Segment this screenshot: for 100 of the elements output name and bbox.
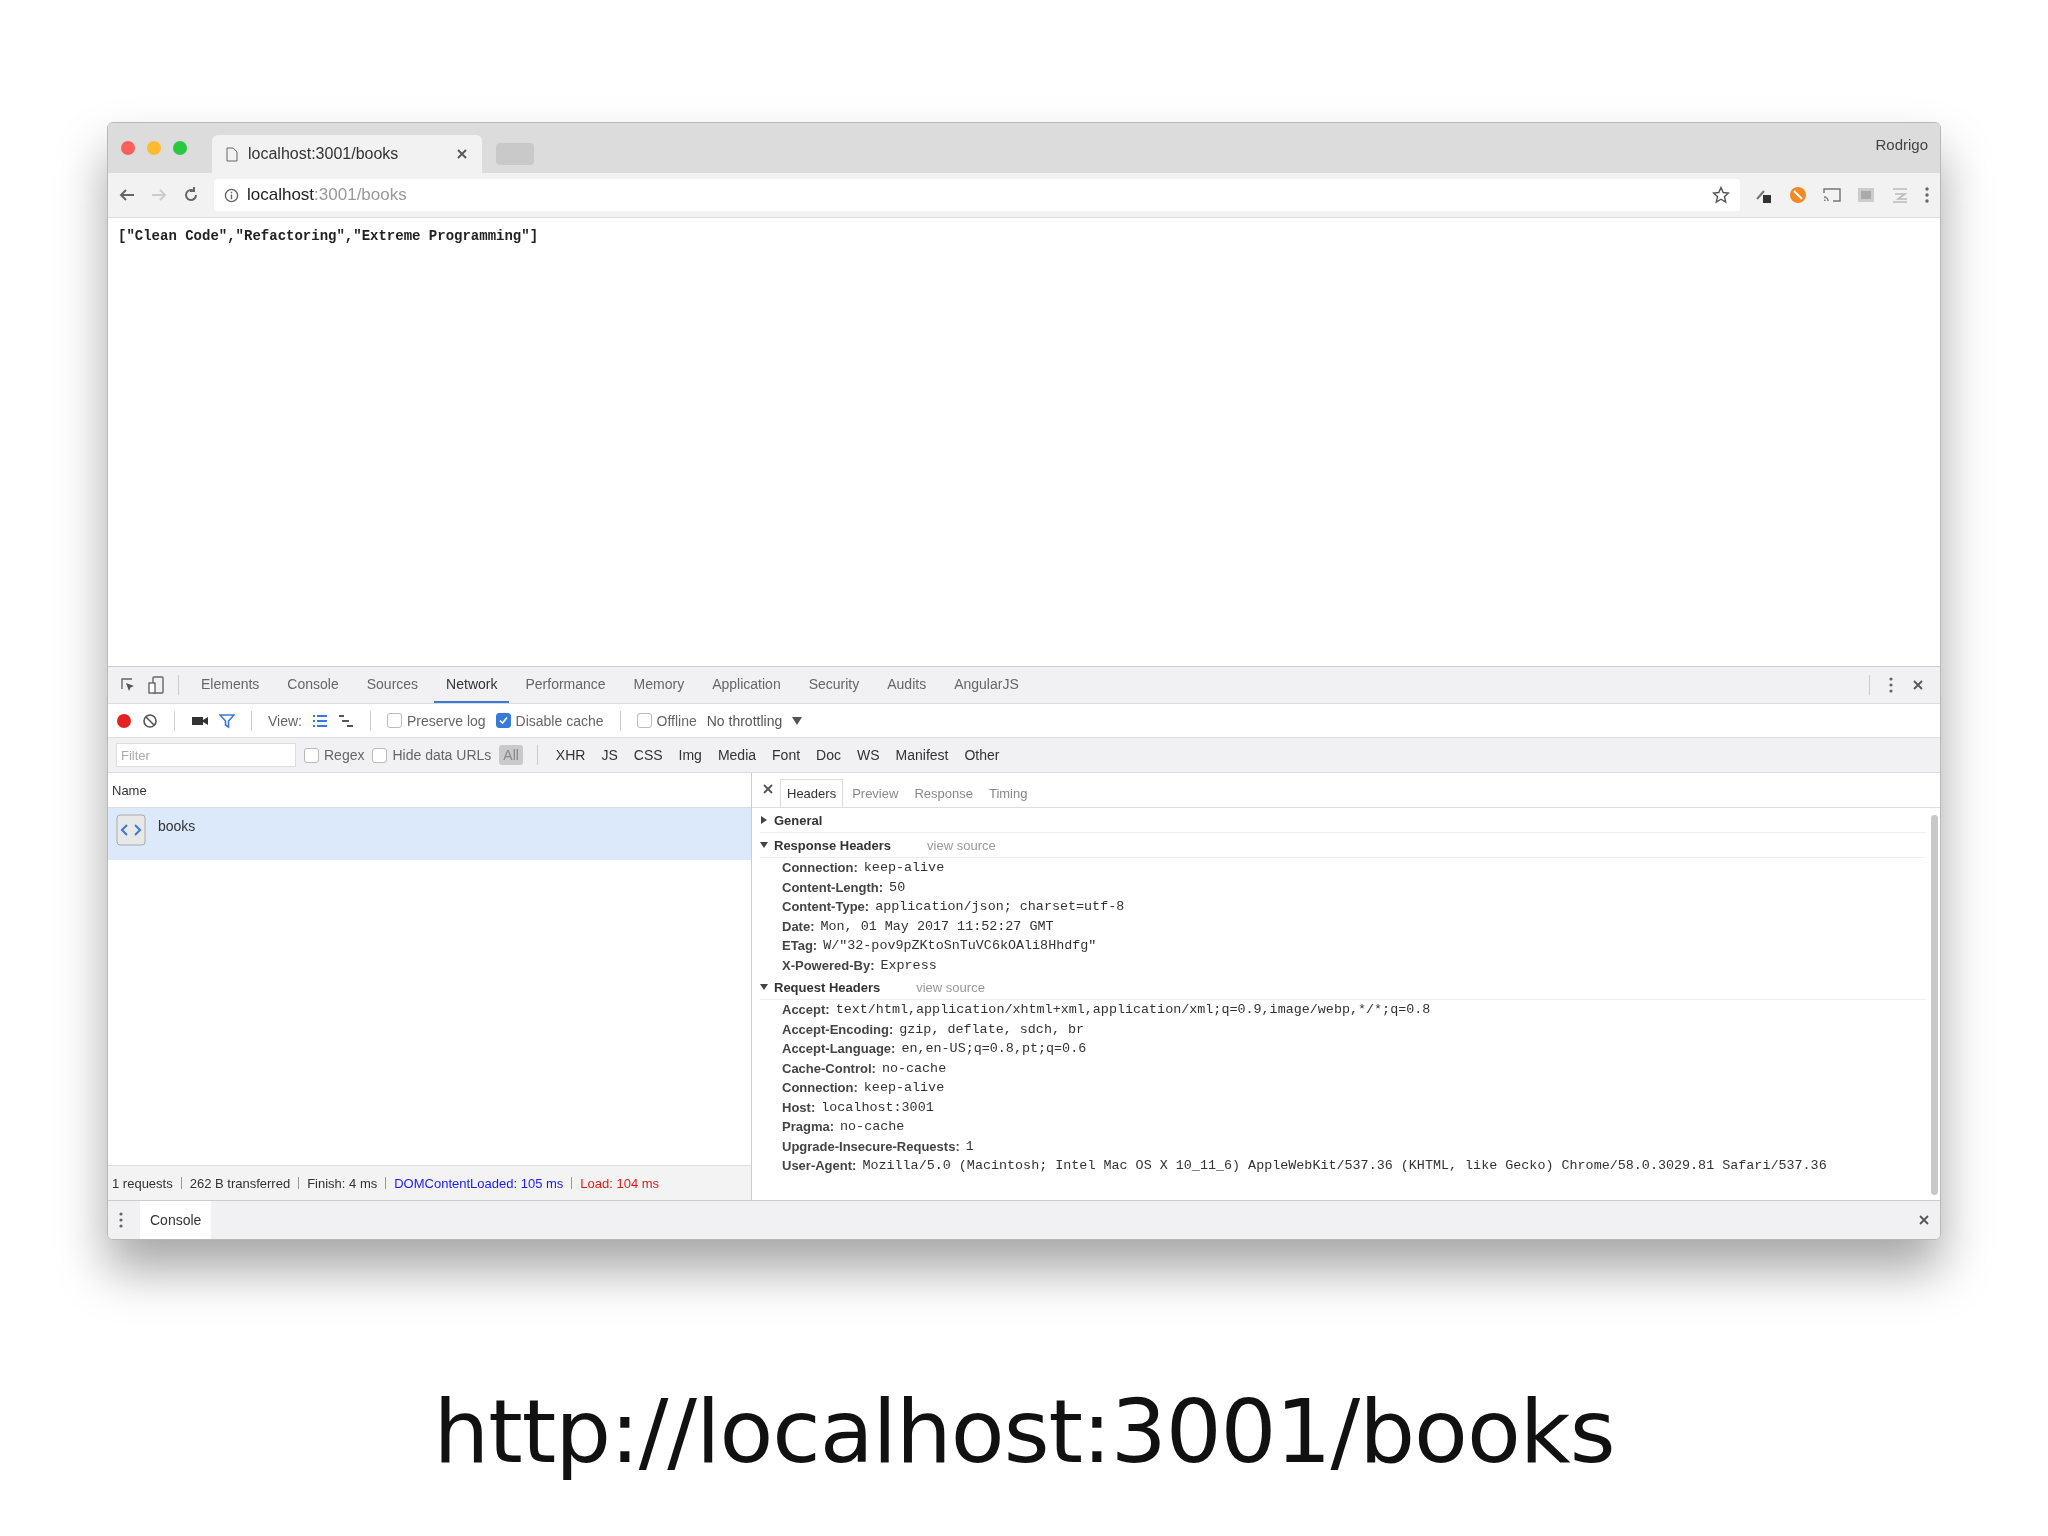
- type-filter-button[interactable]: XHR: [551, 745, 590, 765]
- summary-text: 1 requests: [112, 1175, 173, 1191]
- header-value: W/"32-pov9pZKtoSnTuVC6kOAli8Hhdfg": [823, 938, 1097, 954]
- address-field[interactable]: localhost:3001/books: [214, 179, 1740, 211]
- expanded-arrow-icon[interactable]: [760, 841, 768, 849]
- header-name: Host:: [782, 1099, 816, 1115]
- list-view-icon[interactable]: [312, 713, 328, 728]
- header-value: 50: [889, 879, 906, 895]
- checkbox-box[interactable]: [372, 747, 388, 763]
- collapsed-arrow-icon[interactable]: [760, 816, 768, 824]
- header-value: en,en-US;q=0.8,pt;q=0.6: [901, 1041, 1087, 1057]
- close-icon[interactable]: [456, 148, 468, 160]
- dropdown-arrow-icon[interactable]: [792, 716, 803, 725]
- header-value: keep-alive: [863, 860, 945, 876]
- type-filter-button[interactable]: Media: [713, 745, 761, 765]
- request-row[interactable]: books: [108, 808, 751, 860]
- view-label: View:: [268, 712, 302, 729]
- devtools-tab[interactable]: Application: [700, 667, 793, 703]
- devtools-tab[interactable]: Performance: [513, 667, 618, 703]
- type-filter-button[interactable]: Img: [674, 745, 706, 765]
- devtools-tab[interactable]: Memory: [621, 667, 697, 703]
- summary-text: DOMContentLoaded: 105 ms: [394, 1175, 564, 1191]
- checkbox[interactable]: Regex: [304, 747, 365, 763]
- star-icon[interactable]: [1712, 186, 1730, 204]
- header-value: 1: [965, 1138, 974, 1154]
- header-value: keep-alive: [863, 1080, 945, 1096]
- drawer-tab[interactable]: Console: [140, 1201, 212, 1239]
- browser-tab[interactable]: localhost:3001/books: [212, 135, 482, 173]
- close-icon[interactable]: [1912, 679, 1924, 691]
- inspect-icon[interactable]: [120, 677, 136, 693]
- close-icon[interactable]: [1918, 1214, 1930, 1226]
- json-response-text: ["Clean Code","Refactoring","Extreme Programming"]: [118, 228, 539, 244]
- header-name: ETag:: [782, 938, 818, 954]
- devtools-tab[interactable]: Network: [434, 667, 510, 703]
- checkbox[interactable]: Offline: [636, 712, 697, 729]
- header-value: Mozilla/5.0 (Macintosh; Intel Mac OS X 10_11_6) AppleWebKit/537.36 (KHTML, like Gecko) Chrome/58.0.3029.81 Safari/537.36: [862, 1158, 1827, 1174]
- cast-icon[interactable]: [1822, 185, 1842, 205]
- header-name: Connection:: [782, 1080, 858, 1096]
- devtools-tab[interactable]: Sources: [354, 667, 431, 703]
- device-icon[interactable]: [148, 676, 164, 694]
- menu-icon[interactable]: [1924, 185, 1930, 205]
- checkbox-box[interactable]: [387, 713, 402, 728]
- checkbox[interactable]: Disable cache: [495, 712, 604, 729]
- header-value: text/html,application/xhtml+xml,application/xml;q=0.9,image/webp,*/*;q=0.8: [835, 1002, 1431, 1018]
- record-icon[interactable]: [116, 712, 132, 729]
- type-filter-button[interactable]: WS: [852, 745, 884, 765]
- header-name: Content-Length:: [782, 879, 884, 895]
- devtools-tab[interactable]: Elements: [189, 667, 272, 703]
- slide-caption: http://localhost:3001/books: [433, 1380, 1615, 1483]
- summary-text: Finish: 4 ms: [307, 1175, 378, 1191]
- checkbox-box[interactable]: [495, 713, 511, 728]
- header-name: User-Agent:: [782, 1158, 857, 1174]
- header-name: Accept-Language:: [782, 1041, 896, 1057]
- profile-name[interactable]: Rodrigo: [1875, 135, 1928, 153]
- waterfall-icon[interactable]: [338, 713, 354, 728]
- header-name: Accept-Encoding:: [782, 1021, 894, 1037]
- type-filter-button[interactable]: Other: [960, 745, 1004, 765]
- devtools-tab[interactable]: AngularJS: [942, 667, 1031, 703]
- header-name: Pragma:: [782, 1119, 835, 1135]
- detail-tab[interactable]: Headers: [780, 779, 844, 807]
- type-filter-button[interactable]: Doc: [812, 745, 845, 765]
- type-filter-button[interactable]: JS: [597, 745, 622, 765]
- header-name: Date:: [782, 918, 815, 934]
- close-icon[interactable]: [762, 783, 774, 795]
- throttling-select[interactable]: No throttling: [706, 712, 783, 729]
- info-icon: [224, 187, 239, 203]
- section-title[interactable]: Response Headers: [774, 837, 892, 853]
- type-filter-button[interactable]: Manifest: [891, 745, 953, 765]
- scrollbar[interactable]: [1931, 815, 1938, 1195]
- header-name: Accept:: [782, 1002, 830, 1018]
- detail-tab[interactable]: Timing: [981, 779, 1035, 807]
- checkbox-box[interactable]: [304, 747, 319, 763]
- section-title[interactable]: General: [774, 812, 823, 828]
- expanded-arrow-icon[interactable]: [760, 983, 768, 991]
- checkbox-box[interactable]: [636, 713, 652, 728]
- filter-field[interactable]: Filter: [116, 743, 296, 767]
- detail-tab[interactable]: Response: [907, 779, 980, 807]
- type-filter-button[interactable]: CSS: [629, 745, 667, 765]
- section-title[interactable]: Request Headers: [774, 979, 881, 995]
- page-icon: [226, 146, 238, 162]
- devtools-tab[interactable]: Console: [275, 667, 351, 703]
- type-filter-button[interactable]: Font: [768, 745, 805, 765]
- header-name: Content-Type:: [782, 899, 870, 915]
- clear-icon[interactable]: [142, 712, 158, 729]
- header-value: gzip, deflate, sdch, br: [899, 1021, 1085, 1037]
- checkbox[interactable]: Hide data URLs: [372, 747, 492, 763]
- checkbox[interactable]: Preserve log: [387, 712, 486, 729]
- header-value: Mon, 01 May 2017 11:52:27 GMT: [820, 918, 1054, 934]
- devtools-tab[interactable]: Audits: [875, 667, 939, 703]
- reload-icon[interactable]: [182, 186, 200, 204]
- header-name: Cache-Control:: [782, 1060, 876, 1076]
- filter-icon[interactable]: [219, 712, 235, 729]
- detail-tab[interactable]: Preview: [845, 779, 906, 807]
- summary-text: 262 B transferred: [189, 1175, 291, 1191]
- header-value: Express: [880, 957, 937, 973]
- more-icon[interactable]: [1888, 676, 1894, 694]
- devtools-tab[interactable]: Security: [796, 667, 872, 703]
- header-value: localhost:3001: [821, 1099, 934, 1115]
- document-icon: [116, 814, 146, 846]
- more-icon[interactable]: [118, 1211, 124, 1229]
